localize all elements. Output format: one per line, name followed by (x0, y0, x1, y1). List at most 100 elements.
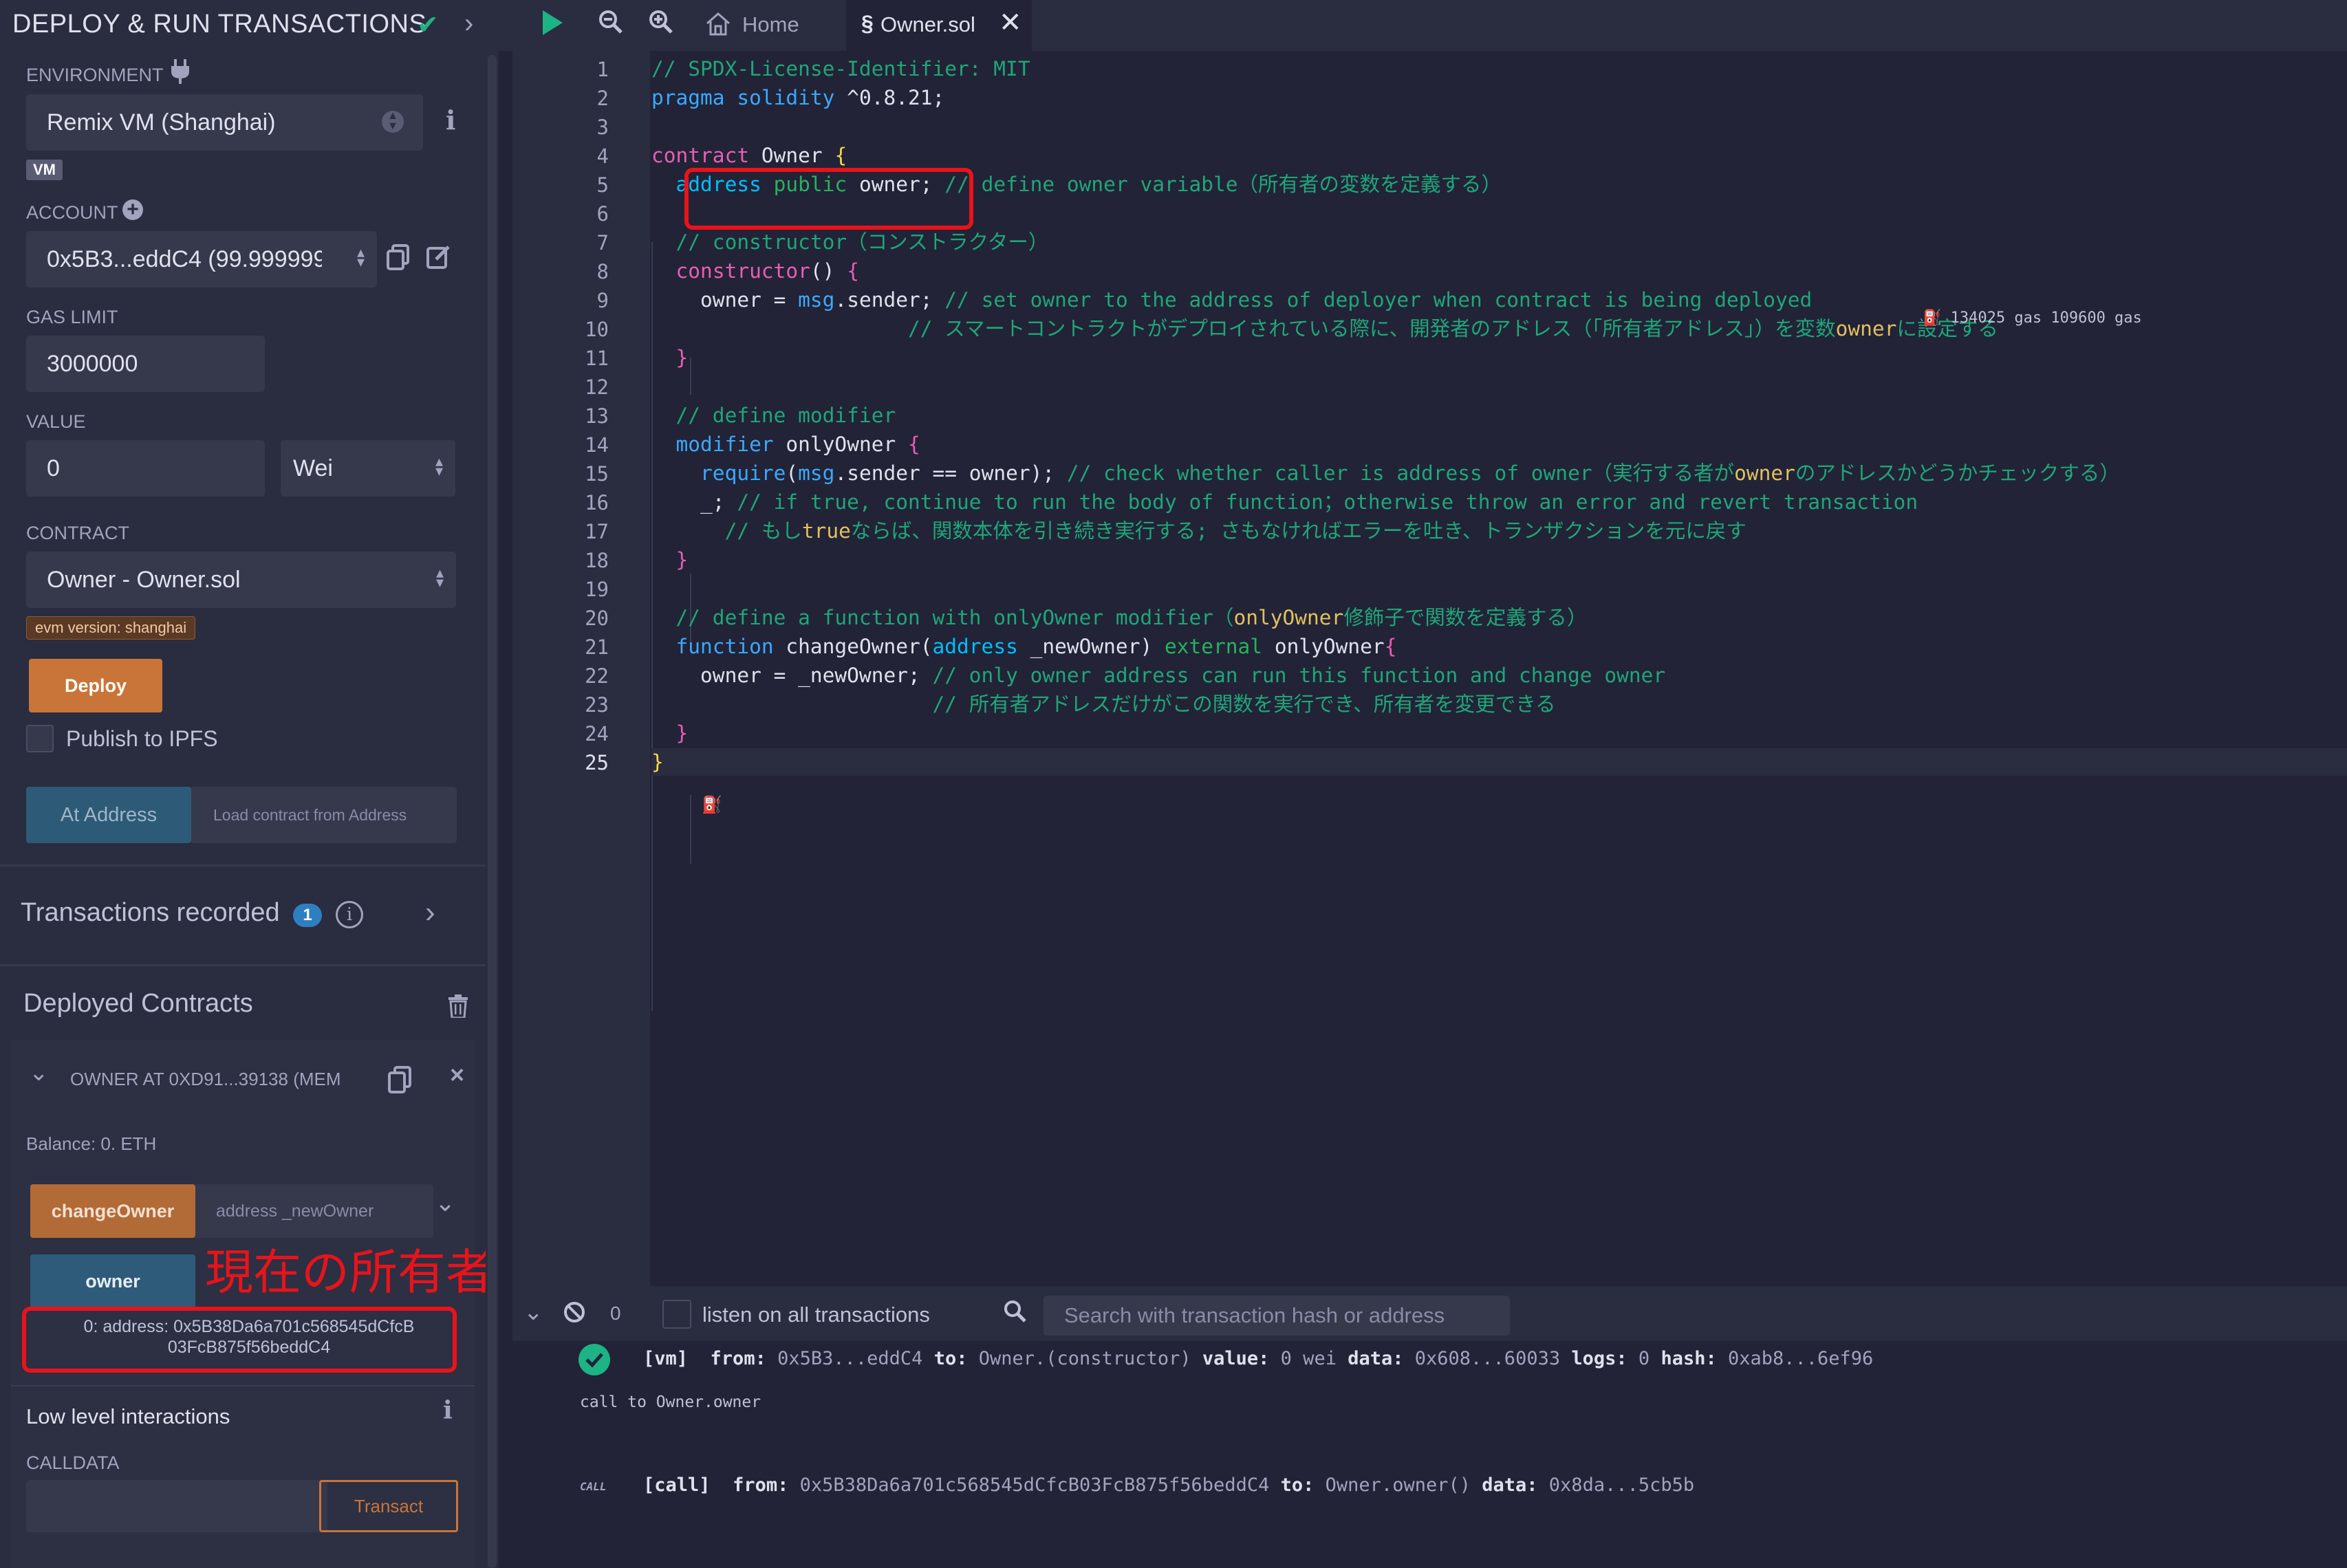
evm-version-badge: evm version: shanghai (26, 616, 196, 640)
code-line: // define modifier (651, 404, 896, 427)
transact-button[interactable]: Transact (319, 1480, 458, 1532)
publish-ipfs-checkbox[interactable] (26, 725, 54, 752)
chevron-down-icon[interactable]: ⌄ (29, 1059, 49, 1087)
tab-file-label: Owner.sol (880, 12, 975, 36)
code-line: // スマートコントラクトがデプロイされている際に、開発者のアドレス（「所有者ア… (651, 317, 1998, 340)
balance-text: Balance: 0. ETH (26, 1133, 157, 1154)
listen-checkbox[interactable] (662, 1300, 691, 1329)
calldata-input[interactable] (26, 1480, 327, 1532)
gas-estimate: ⛽ 134025 gas 109600 gas (1923, 309, 2142, 327)
double-chevron-down-icon[interactable]: ⌄ (523, 1298, 543, 1326)
tab-home[interactable]: Home (698, 0, 843, 51)
code-line: _; // if true, continue to run the body … (651, 490, 1918, 514)
highlight-box (22, 1307, 457, 1373)
gas-limit-input[interactable]: 3000000 (26, 336, 265, 392)
info-icon[interactable]: i (443, 1396, 453, 1425)
copy-icon[interactable] (387, 244, 410, 274)
zoom-in-icon[interactable] (649, 10, 673, 38)
success-icon (578, 1344, 610, 1375)
log-key: data: (1348, 1348, 1404, 1369)
contract-label: CONTRACT (26, 523, 129, 543)
change-owner-button[interactable]: changeOwner (30, 1184, 195, 1238)
code-line: function changeOwner(address _newOwner) … (675, 635, 1397, 658)
value-label: VALUE (26, 411, 86, 432)
code-line: } (675, 721, 689, 745)
code-line: } (675, 548, 689, 571)
clear-icon[interactable] (563, 1301, 585, 1327)
line-number: 17 (585, 520, 609, 543)
gas-limit-value: 3000000 (47, 350, 138, 377)
deploy-button[interactable]: Deploy (29, 659, 162, 712)
log-value: 0x5B38Da6a701c568545dCfcB03FcB875f56bedd… (799, 1474, 1270, 1496)
line-number: 8 (596, 260, 609, 283)
line-number: 22 (585, 664, 609, 688)
line-number: 6 (596, 202, 609, 226)
deploy-panel: DEPLOY & RUN TRANSACTIONS ✔ › ENVIRONMEN… (0, 0, 499, 1568)
line-number: 10 (585, 318, 609, 341)
line-number: 19 (585, 578, 609, 601)
sort-arrows-icon: ▴ ▾ (435, 564, 444, 591)
panel-title: DEPLOY & RUN TRANSACTIONS (12, 10, 427, 39)
log-entry[interactable]: [call] from: 0x5B38Da6a701c568545dCfcB03… (643, 1474, 1694, 1496)
owner-button[interactable]: owner (30, 1254, 195, 1308)
deployed-contracts-label: Deployed Contracts (23, 989, 253, 1018)
log-key: to: (933, 1348, 968, 1369)
chevron-right-icon[interactable]: › (464, 8, 473, 39)
code-line: } (675, 346, 689, 369)
log-key: from: (733, 1474, 789, 1496)
new-owner-input[interactable]: address _newOwner (195, 1184, 433, 1238)
value-unit-select[interactable]: Wei ▴ ▾ (281, 440, 455, 497)
zoom-out-icon[interactable] (598, 10, 623, 38)
code-editor[interactable]: 1 2 3 4 5 6 7 8 9 10 11 12 13 14 15 16 17 18 19 20 21 22 23 24 2… (512, 51, 2347, 1286)
value-input[interactable]: 0 (26, 440, 265, 497)
log-tag: [call] (643, 1474, 711, 1496)
line-number: 23 (585, 693, 609, 717)
line-number: 14 (585, 433, 609, 457)
plus-circle-icon[interactable]: + (122, 199, 143, 220)
divider (11, 1385, 475, 1386)
code-line: pragma solidity ^0.8.21; (651, 86, 945, 109)
environment-select[interactable]: Remix VM (Shanghai) ▲ ▼ (26, 94, 423, 151)
contract-value: Owner - Owner.sol (47, 566, 241, 593)
deployed-instance: ⌄ OWNER AT 0XD91...39138 (MEM × Balance:… (11, 1040, 494, 1568)
gas-pump-icon: ⛽ (1923, 309, 1951, 327)
play-icon[interactable] (540, 8, 565, 41)
edit-icon[interactable] (426, 244, 451, 272)
line-number: 12 (585, 375, 609, 399)
line-number: 24 (585, 722, 609, 745)
code-line: // もしtrueならば、関数本体を引き続き実行する; さもなければエラーを吐き… (651, 519, 1746, 543)
terminal-toolbar: ⌄ 0 listen on all transactions Search wi… (512, 1286, 2347, 1341)
tab-owner-sol[interactable]: § Owner.sol ✕ (846, 0, 1032, 51)
at-address-button[interactable]: At Address (26, 787, 191, 843)
close-tab-icon[interactable]: ✕ (999, 7, 1022, 39)
load-contract-address-input[interactable]: Load contract from Address (191, 787, 457, 843)
environment-label: ENVIRONMENT (26, 65, 164, 85)
copy-icon[interactable] (388, 1066, 411, 1097)
transactions-recorded-label: Transactions recorded (21, 898, 280, 927)
info-icon[interactable]: i (336, 901, 363, 928)
chevron-down-icon[interactable]: ⌄ (435, 1188, 455, 1217)
line-number: 11 (585, 347, 609, 370)
line-number: 20 (585, 607, 609, 630)
trash-icon[interactable] (448, 994, 468, 1021)
transaction-search-input[interactable]: Search with transaction hash or address (1043, 1296, 1510, 1336)
account-select[interactable]: 0x5B3...eddC4 (99.999999999 ▴▾ (26, 231, 377, 287)
code-line: // 所有者アドレスだけがこの関数を実行でき、所有者を変更できる (651, 693, 1556, 716)
info-icon[interactable]: i (446, 105, 455, 135)
log-value: 0 (1638, 1348, 1650, 1369)
line-number: 15 (585, 462, 609, 486)
log-value: Owner.(constructor) (978, 1348, 1191, 1369)
divider (0, 864, 486, 867)
panel-scrollbar[interactable] (486, 55, 499, 1568)
chevron-right-icon[interactable]: › (425, 895, 435, 930)
scrollbar-thumb[interactable] (488, 55, 497, 1568)
log-entry[interactable]: [vm] from: 0x5B3...eddC4 to: Owner.(cons… (643, 1348, 1873, 1369)
close-icon[interactable]: × (450, 1060, 464, 1089)
account-label: ACCOUNT (26, 202, 118, 223)
code-line: // constructor（コンストラクター） (651, 230, 1049, 254)
solidity-icon: § (861, 11, 874, 36)
log-value: 0x608...60033 (1414, 1348, 1561, 1369)
contract-select[interactable]: Owner - Owner.sol ▴ ▾ (26, 552, 456, 608)
log-key: value: (1202, 1348, 1270, 1369)
log-key: data: (1482, 1474, 1538, 1496)
